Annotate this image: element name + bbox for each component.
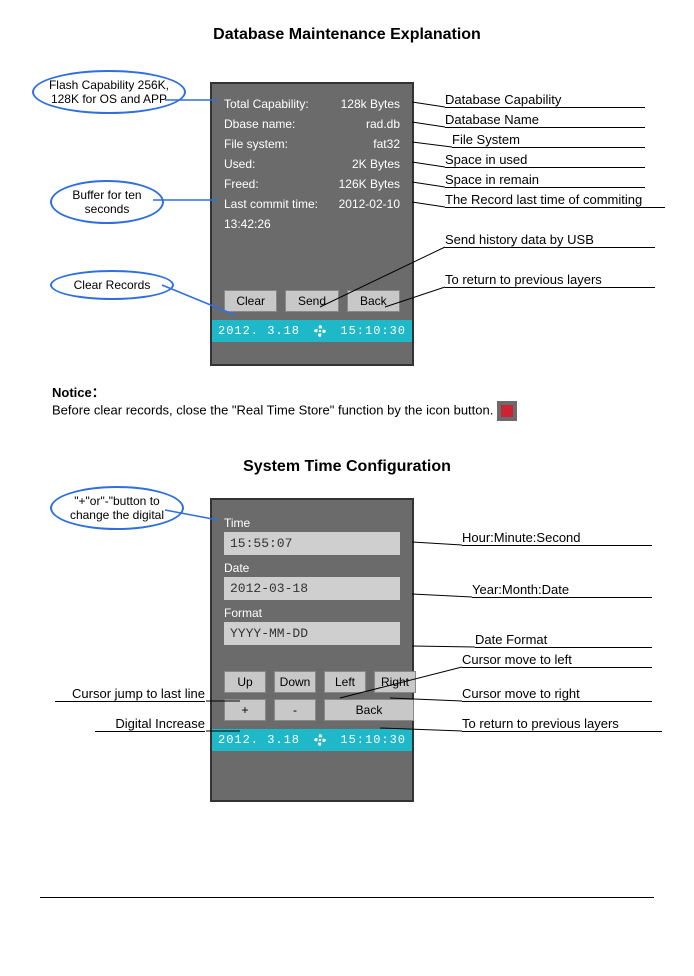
minus-button[interactable]: - — [274, 699, 316, 721]
fan-icon — [312, 323, 328, 339]
annot-right: Cursor move to right — [462, 686, 652, 702]
status-time: 15:10:30 — [340, 324, 406, 338]
right-button[interactable]: Right — [374, 671, 416, 693]
section2-title: System Time Configuration — [0, 458, 694, 476]
value: 2012-02-10 — [339, 194, 400, 214]
status-date: 2012. 3.18 — [218, 324, 300, 338]
notice-block: Notice： Before clear records, close the … — [52, 382, 517, 421]
notice-text: Before clear records, close the "Real Ti… — [52, 401, 517, 421]
device-db-maintenance: Total Capability: 128k Bytes Dbase name: r… — [210, 82, 414, 366]
callout-flash: Flash Capability 256K, 128K for OS and A… — [32, 70, 186, 114]
down-button[interactable]: Down — [274, 671, 316, 693]
fan-icon-2 — [312, 732, 328, 748]
clear-button[interactable]: Clear — [224, 290, 277, 312]
annot-time: Hour:Minute:Second — [462, 530, 652, 546]
annot-date: Year:Month:Date — [472, 582, 652, 598]
annot-send: Send history data by USB — [445, 232, 655, 248]
section1-title: Database Maintenance Explanation — [0, 26, 694, 44]
row-file-system: File system: fat32 — [224, 134, 400, 154]
status-date-2: 2012. 3.18 — [218, 733, 300, 747]
row-last-commit: Last commit time: 2012-02-10 — [224, 194, 400, 214]
row-used: Used: 2K Bytes — [224, 154, 400, 174]
back-button-2[interactable]: Back — [324, 699, 414, 721]
annot-left: Cursor move to left — [462, 652, 652, 668]
annot-cap: Database Capability — [445, 92, 645, 108]
send-button[interactable]: Send — [285, 290, 338, 312]
label: Last commit time: — [224, 194, 318, 214]
value: 128k Bytes — [341, 94, 400, 114]
annot-back: To return to previous layers — [445, 272, 655, 288]
callout-buffer: Buffer for ten seconds — [50, 180, 164, 224]
callout-plusminus: "+"or"-"button to change the digital — [50, 486, 184, 530]
row-freed: Freed: 126K Bytes — [224, 174, 400, 194]
left-button[interactable]: Left — [324, 671, 366, 693]
back-button[interactable]: Back — [347, 290, 400, 312]
date-input[interactable]: 2012-03-18 — [224, 577, 400, 600]
label: File system: — [224, 134, 288, 154]
status-time-2: 15:10:30 — [340, 733, 406, 747]
annot-used: Space in used — [445, 152, 645, 168]
status-bar-2: 2012. 3.18 15:10:30 — [212, 729, 412, 751]
notice-label: Notice： — [52, 382, 517, 401]
annot-name: Database Name — [445, 112, 645, 128]
time-label: Time — [224, 516, 400, 530]
annot-format: Date Format — [475, 632, 652, 648]
annot-fs: File System — [452, 132, 645, 148]
value: rad.db — [366, 114, 400, 134]
annot-up: Cursor jump to last line — [55, 686, 205, 702]
label: Total Capability: — [224, 94, 309, 114]
row-commit-time-extra: 13:42:26 — [224, 214, 400, 234]
status-bar: 2012. 3.18 15:10:30 — [212, 320, 412, 342]
device-time-config: Time 15:55:07 Date 2012-03-18 Format YYY… — [210, 498, 414, 802]
value: 126K Bytes — [339, 174, 400, 194]
value: 2K Bytes — [352, 154, 400, 174]
value: 13:42:26 — [224, 214, 271, 234]
label: Freed: — [224, 174, 259, 194]
row-total-capability: Total Capability: 128k Bytes — [224, 94, 400, 114]
up-button[interactable]: Up — [224, 671, 266, 693]
label: Dbase name: — [224, 114, 295, 134]
annot-freed: Space in remain — [445, 172, 645, 188]
annot-plus: Digital Increase — [95, 716, 205, 732]
callout-clear: Clear Records — [50, 270, 174, 300]
plus-button[interactable]: + — [224, 699, 266, 721]
value: fat32 — [373, 134, 400, 154]
row-dbase-name: Dbase name: rad.db — [224, 114, 400, 134]
footer-divider — [40, 897, 654, 898]
format-label: Format — [224, 606, 400, 620]
annot-commit: The Record last time of commiting — [445, 192, 665, 208]
format-input[interactable]: YYYY-MM-DD — [224, 622, 400, 645]
real-time-store-icon — [497, 401, 517, 421]
time-input[interactable]: 15:55:07 — [224, 532, 400, 555]
annot-back2: To return to previous layers — [462, 716, 662, 732]
date-label: Date — [224, 561, 400, 575]
label: Used: — [224, 154, 255, 174]
